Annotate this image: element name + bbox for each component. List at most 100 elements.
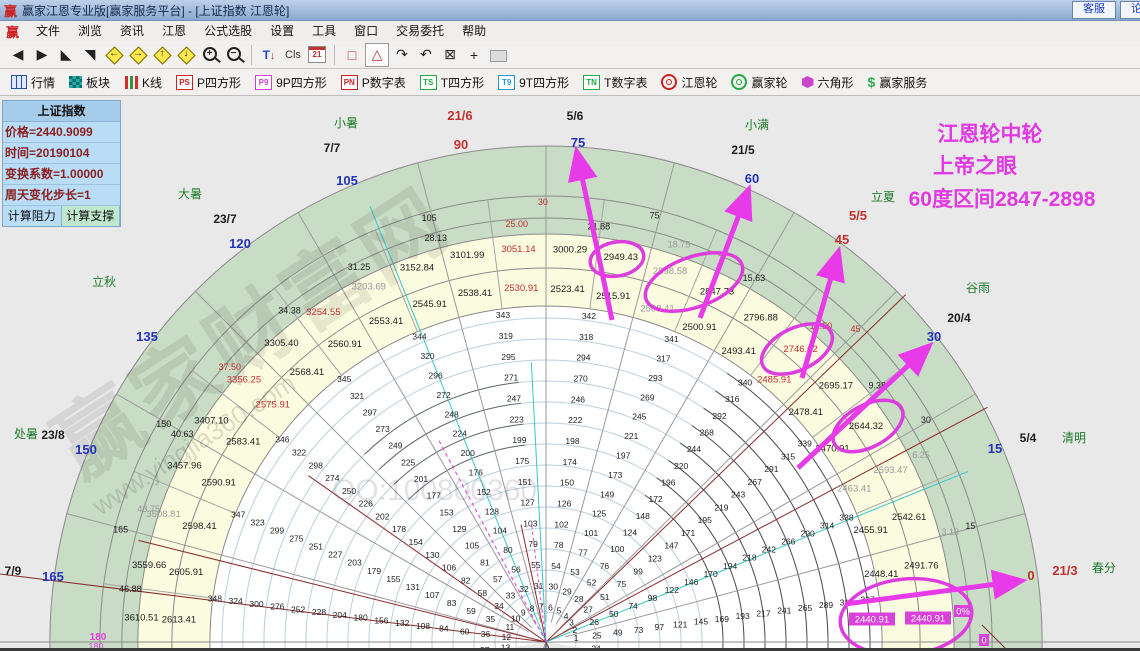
degree-value: 31.25 xyxy=(348,262,371,272)
spiral-number: 6 xyxy=(548,603,553,613)
tri-right-button[interactable]: ◥ xyxy=(79,44,101,66)
customer-service-button[interactable]: 客服 xyxy=(1072,1,1116,19)
menu-item-2[interactable]: 资讯 xyxy=(111,21,153,41)
view-winner-service[interactable]: $ 赢家服务 xyxy=(861,71,935,93)
move-left-diamond-button[interactable]: ← xyxy=(103,44,125,66)
view-quotes[interactable]: 行情 xyxy=(4,71,62,93)
move-down-diamond-button[interactable]: ↓ xyxy=(175,44,197,66)
sort-button[interactable]: T↓ xyxy=(258,44,280,66)
spiral-number: 179 xyxy=(367,566,381,576)
view-p-number-table[interactable]: PN P数字表 xyxy=(334,71,413,93)
spiral-number: 7 xyxy=(539,602,544,612)
view-sectors[interactable]: 板块 xyxy=(62,71,117,93)
winner-wheel-icon xyxy=(731,74,748,90)
outer-price: 2949.43 xyxy=(604,252,638,263)
spiral-number: 249 xyxy=(388,441,402,451)
square-tool-button[interactable]: □ xyxy=(341,44,363,66)
spiral-number: 265 xyxy=(798,603,812,613)
view-9p-square[interactable]: P9 9P四方形 xyxy=(248,71,334,93)
spiral-number: 245 xyxy=(632,412,646,422)
spiral-number: 266 xyxy=(781,537,795,547)
presentation-button[interactable] xyxy=(487,44,509,66)
calc-resistance-button[interactable]: 计算阻力 xyxy=(3,206,62,226)
outside-label: 小满 xyxy=(745,118,769,132)
degree-integer: 165 xyxy=(113,525,128,535)
spiral-number: 150 xyxy=(560,478,574,488)
spiral-number: 123 xyxy=(648,554,662,564)
move-up-diamond-button[interactable]: ↑ xyxy=(151,44,173,66)
inner-price: 2530.91 xyxy=(504,283,538,294)
outside-label: 90 xyxy=(454,137,468,152)
degree-value: 6.25 xyxy=(912,450,930,460)
spiral-number: 224 xyxy=(453,429,467,439)
view-winner-wheel[interactable]: 赢家轮 xyxy=(724,71,794,93)
outer-price: 3356.25 xyxy=(227,374,261,385)
spiral-number: 77 xyxy=(578,547,588,557)
winner-service-label: 赢家服务 xyxy=(879,75,928,90)
menu-item-8[interactable]: 交易委托 xyxy=(387,21,453,41)
menu-item-1[interactable]: 浏览 xyxy=(69,21,111,41)
view-9t-square[interactable]: T9 9T四方形 xyxy=(491,71,576,93)
view-gann-wheel[interactable]: 江恩轮 xyxy=(654,71,724,93)
spiral-number: 194 xyxy=(723,561,737,571)
spiral-number: 274 xyxy=(325,473,339,483)
triangle-tool-button[interactable]: △ xyxy=(365,42,389,67)
menu-item-9[interactable]: 帮助 xyxy=(453,21,495,41)
view-p-square[interactable]: PS P四方形 xyxy=(169,71,248,93)
spiral-number: 52 xyxy=(587,577,597,587)
spiral-number: 241 xyxy=(777,606,791,616)
spiral-number: 75 xyxy=(617,579,627,589)
spiral-number: 122 xyxy=(665,585,679,595)
menu-item-6[interactable]: 工具 xyxy=(303,21,345,41)
zoom-in-button[interactable]: + xyxy=(199,44,221,66)
delete-box-button[interactable]: ⊠ xyxy=(439,44,461,66)
view-hexagon[interactable]: 六角形 xyxy=(795,71,861,93)
menu-item-4[interactable]: 公式选股 xyxy=(195,21,261,41)
cls-button[interactable]: Cls xyxy=(282,44,304,66)
calc-support-button[interactable]: 计算支撑 xyxy=(61,206,120,226)
crosshair-move-button[interactable]: + xyxy=(463,44,485,66)
nav-last-button[interactable]: ▶ xyxy=(31,44,53,66)
spiral-number: 217 xyxy=(756,608,770,618)
outside-label: 立秋 xyxy=(92,274,116,289)
spiral-number: 200 xyxy=(461,448,475,458)
menu-item-3[interactable]: 江恩 xyxy=(153,21,195,41)
nav-first-button[interactable]: ◀ xyxy=(7,44,29,66)
menu-item-7[interactable]: 窗口 xyxy=(345,21,387,41)
outside-label: 15 xyxy=(988,441,1002,456)
forum-button[interactable]: 论坛 xyxy=(1120,1,1140,19)
spiral-number: 269 xyxy=(640,392,654,402)
menu-item-0[interactable]: 文件 xyxy=(27,21,69,41)
move-right-diamond-button[interactable]: → xyxy=(127,44,149,66)
outside-label: 大暑 xyxy=(178,187,202,201)
spiral-number: 298 xyxy=(309,460,323,470)
spiral-number: 9 xyxy=(521,607,526,617)
index-info-rows: 价格=2440.9099 时间=20190104 变换系数=1.00000 周天变化步… xyxy=(3,122,120,206)
rotate-ccw-button[interactable]: ↶ xyxy=(415,44,437,66)
spiral-number: 300 xyxy=(249,599,263,609)
spiral-number: 178 xyxy=(392,524,406,534)
toolbar-separator xyxy=(334,44,335,65)
menu-item-5[interactable]: 设置 xyxy=(261,21,303,41)
zoom-out-button[interactable]: − xyxy=(223,44,245,66)
calendar-button[interactable]: 21 xyxy=(306,44,328,66)
app-logo-icon-small: 赢 xyxy=(6,24,20,40)
winner-wheel-label: 赢家轮 xyxy=(751,75,788,90)
view-t-number-table[interactable]: TN T数字表 xyxy=(576,71,654,93)
view-t-square[interactable]: TS T四方形 xyxy=(413,71,491,93)
outside-label: 5/5 xyxy=(849,208,867,223)
inner-price: 2538.41 xyxy=(458,288,492,299)
spiral-number: 26 xyxy=(590,617,600,627)
outside-label: 春分 xyxy=(1092,561,1116,575)
rotate-cw-button[interactable]: ↷ xyxy=(391,44,413,66)
tri-left-button[interactable]: ◣ xyxy=(55,44,77,66)
p-square-label: P四方形 xyxy=(197,75,242,90)
spiral-number: 170 xyxy=(704,569,718,579)
spiral-number: 204 xyxy=(333,610,347,620)
inner-price: 2448.41 xyxy=(864,569,898,580)
sectors-label: 板块 xyxy=(86,75,111,90)
spiral-number: 130 xyxy=(425,550,439,560)
spiral-number: 251 xyxy=(309,542,323,552)
spiral-number: 242 xyxy=(762,545,776,555)
view-kline[interactable]: K线 xyxy=(117,71,169,93)
